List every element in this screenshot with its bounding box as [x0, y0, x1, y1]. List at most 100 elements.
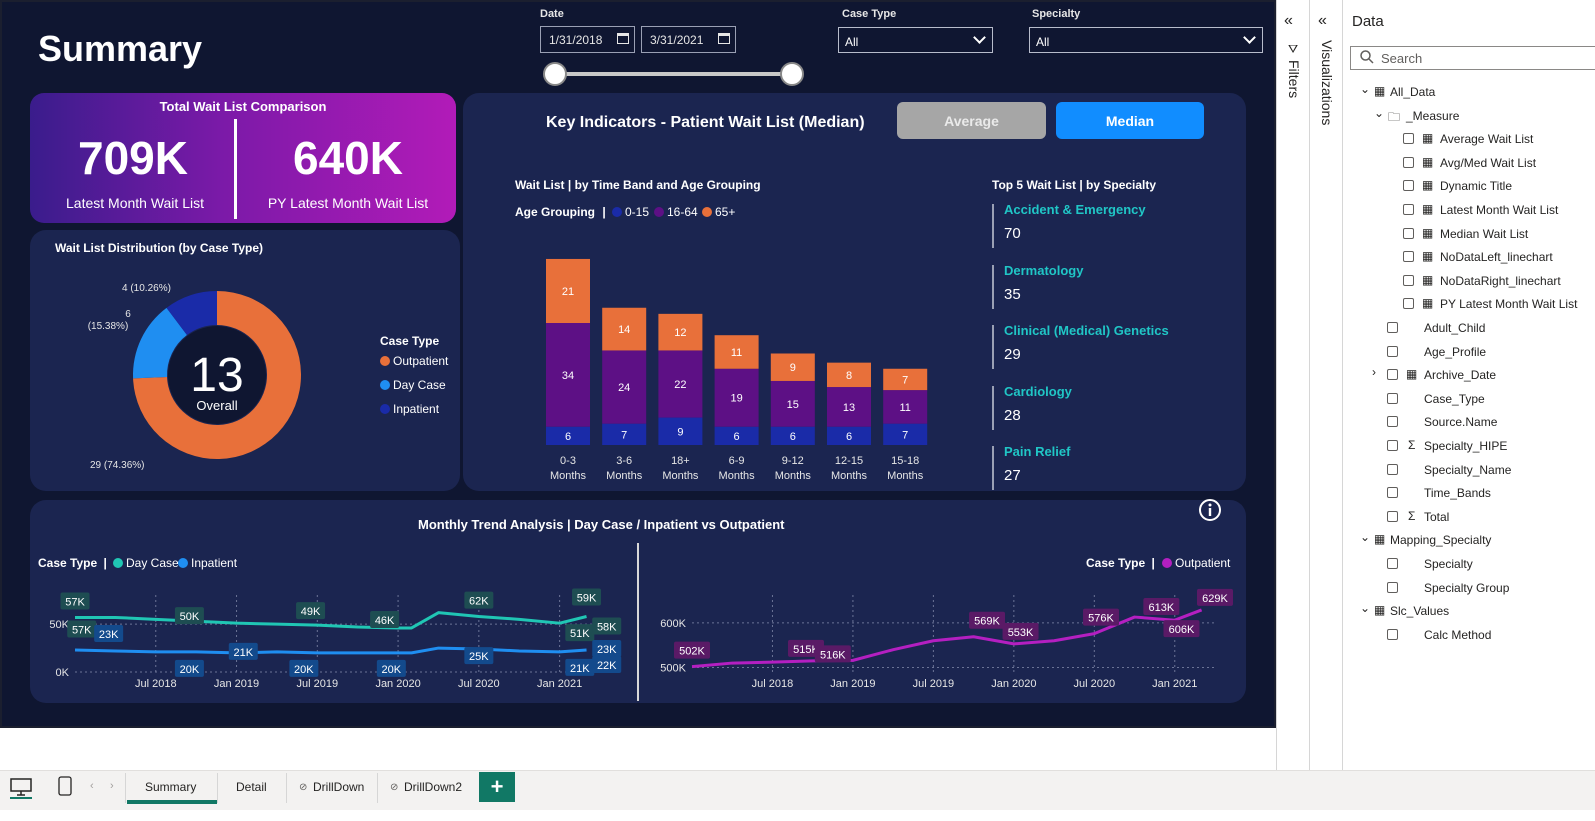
legend-outpatient[interactable]: Outpatient: [380, 354, 448, 368]
chevron-down-icon[interactable]: ⌄: [1360, 82, 1370, 96]
field-checkbox[interactable]: [1403, 274, 1414, 286]
average-button[interactable]: Average: [897, 102, 1046, 139]
calendar-icon[interactable]: [718, 33, 730, 44]
legend-age-16-64[interactable]: 16-64: [654, 205, 698, 219]
chevron-down-icon[interactable]: ⌄: [1360, 601, 1370, 615]
field-column[interactable]: Archive_Date: [1424, 368, 1496, 382]
field-checkbox[interactable]: [1403, 227, 1414, 239]
field-column[interactable]: Calc Method: [1424, 628, 1491, 642]
top5-specialty-name[interactable]: Clinical (Medical) Genetics: [1004, 323, 1169, 338]
field-checkbox[interactable]: [1387, 558, 1398, 569]
specialty-dropdown[interactable]: All: [1029, 27, 1263, 53]
date-range-start-handle[interactable]: [543, 62, 567, 86]
x-tick-label: Jan 2020: [991, 678, 1036, 690]
field-measure[interactable]: PY Latest Month Wait List: [1440, 297, 1577, 311]
trend-line-inpatient[interactable]: [74, 646, 587, 655]
scroll-right-icon[interactable]: ›: [110, 780, 114, 792]
field-checkbox[interactable]: [1403, 180, 1414, 192]
desktop-view-icon[interactable]: [10, 778, 32, 796]
field-checkbox[interactable]: [1387, 440, 1398, 451]
field-column[interactable]: Total: [1424, 510, 1449, 524]
field-measure[interactable]: Avg/Med Wait List: [1440, 156, 1536, 170]
field-column[interactable]: Age_Profile: [1424, 345, 1486, 359]
field-checkbox[interactable]: [1387, 369, 1398, 381]
add-page-button[interactable]: +: [479, 772, 515, 802]
chevron-down-icon[interactable]: ⌄: [1374, 106, 1384, 120]
field-measure[interactable]: Dynamic Title: [1440, 179, 1512, 193]
legend-trend-inpatient[interactable]: Inpatient: [178, 556, 237, 570]
legend-age-65[interactable]: 65+: [702, 205, 735, 219]
tab-drilldown[interactable]: DrillDown: [313, 780, 364, 794]
table-slc-values[interactable]: Slc_Values: [1390, 604, 1449, 618]
chevron-right-icon[interactable]: ›: [1372, 365, 1376, 379]
info-icon[interactable]: [1198, 498, 1222, 522]
legend-age-0-15[interactable]: 0-15: [612, 205, 649, 219]
case-type-dropdown[interactable]: All: [838, 27, 993, 53]
field-column[interactable]: Case_Type: [1424, 392, 1485, 406]
mobile-view-icon[interactable]: [58, 776, 72, 796]
field-column[interactable]: Specialty Group: [1424, 581, 1509, 595]
field-checkbox[interactable]: [1403, 204, 1414, 215]
field-checkbox[interactable]: [1403, 133, 1414, 145]
y-tick-label: 0K: [56, 667, 70, 679]
field-checkbox[interactable]: [1387, 487, 1398, 499]
page-title: Summary: [38, 28, 203, 69]
field-checkbox[interactable]: [1387, 392, 1398, 404]
folder-measure[interactable]: _Measure: [1406, 109, 1459, 123]
legend-trend-day-case[interactable]: Day Case: [113, 556, 179, 570]
trend-line-outpatient[interactable]: [691, 608, 1203, 669]
field-column[interactable]: Specialty_Name: [1424, 463, 1511, 477]
field-column[interactable]: Adult_Child: [1424, 321, 1485, 335]
collapse-filters-icon[interactable]: «: [1284, 12, 1293, 30]
tab-detail[interactable]: Detail: [236, 780, 267, 794]
top5-specialty-name[interactable]: Pain Relief: [1004, 444, 1070, 459]
field-checkbox[interactable]: [1403, 298, 1414, 310]
legend-day-case[interactable]: Day Case: [380, 378, 446, 392]
date-start-input[interactable]: 1/31/2018: [540, 26, 635, 53]
collapse-visualizations-icon[interactable]: «: [1318, 12, 1327, 30]
top5-specialty-name[interactable]: Accident & Emergency: [1004, 202, 1146, 217]
top5-specialty-name[interactable]: Cardiology: [1004, 384, 1072, 399]
field-column[interactable]: Time_Bands: [1424, 486, 1491, 500]
field-column[interactable]: Source.Name: [1424, 415, 1497, 429]
field-search-input[interactable]: Search: [1350, 46, 1595, 70]
tab-summary[interactable]: Summary: [145, 780, 196, 794]
trend-line-day-case[interactable]: [75, 611, 587, 630]
field-measure[interactable]: NoDataLeft_linechart: [1440, 250, 1553, 264]
tab-drilldown2[interactable]: DrillDown2: [404, 780, 462, 794]
field-column[interactable]: Specialty_HIPE: [1424, 439, 1507, 453]
field-checkbox[interactable]: [1387, 628, 1398, 640]
calendar-icon[interactable]: [617, 33, 629, 44]
field-checkbox[interactable]: [1387, 416, 1398, 428]
table-icon: ▦: [1406, 367, 1418, 382]
bar-value-label: 6: [565, 431, 571, 443]
filters-pane-tab[interactable]: Filters: [1286, 60, 1302, 98]
top5-specialty-value: 28: [1004, 406, 1021, 424]
visualizations-pane-tab[interactable]: Visualizations: [1319, 40, 1335, 125]
field-measure[interactable]: Average Wait List: [1440, 132, 1533, 146]
chevron-down-icon[interactable]: ⌄: [1360, 530, 1370, 544]
field-measure[interactable]: NoDataRight_linechart: [1440, 274, 1561, 288]
legend-dot: [1162, 558, 1172, 568]
date-range-slider-track[interactable]: [556, 72, 792, 76]
field-checkbox[interactable]: [1387, 510, 1398, 522]
field-checkbox[interactable]: [1387, 463, 1398, 475]
legend-inpatient[interactable]: Inpatient: [380, 402, 439, 416]
top5-specialty-name[interactable]: Dermatology: [1004, 263, 1083, 278]
table-all-data[interactable]: All_Data: [1390, 85, 1435, 99]
field-checkbox[interactable]: [1403, 251, 1414, 263]
trend-data-label: 569K: [974, 616, 1000, 628]
field-checkbox[interactable]: [1403, 156, 1414, 168]
table-mapping-specialty[interactable]: Mapping_Specialty: [1390, 533, 1491, 547]
field-measure[interactable]: Latest Month Wait List: [1440, 203, 1558, 217]
legend-trend-outpatient[interactable]: Outpatient: [1162, 556, 1230, 570]
field-measure[interactable]: Median Wait List: [1440, 227, 1528, 241]
median-button[interactable]: Median: [1056, 102, 1204, 139]
field-column[interactable]: Specialty: [1424, 557, 1473, 571]
field-checkbox[interactable]: [1387, 345, 1398, 357]
date-range-end-handle[interactable]: [780, 62, 804, 86]
field-checkbox[interactable]: [1387, 322, 1398, 333]
scroll-left-icon[interactable]: ‹: [90, 780, 94, 792]
date-end-input[interactable]: 3/31/2021: [641, 26, 736, 53]
field-checkbox[interactable]: [1387, 581, 1398, 593]
